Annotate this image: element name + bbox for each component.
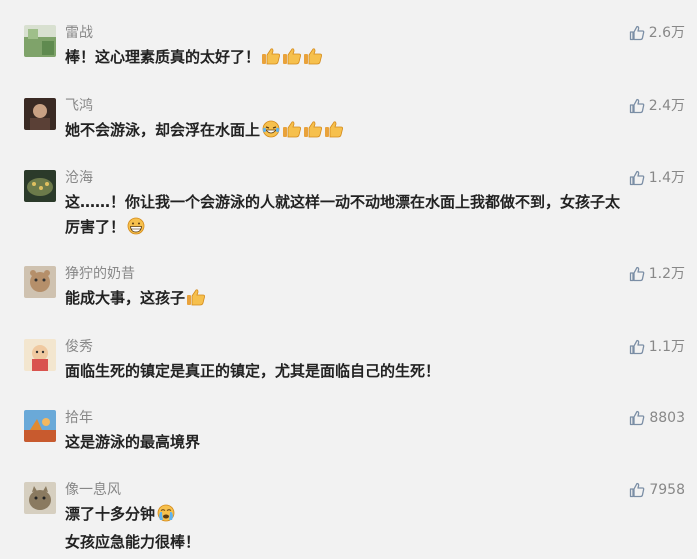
thumbs-up-outline-icon: [629, 266, 645, 282]
like-count: 1.1万: [648, 339, 685, 355]
like-button[interactable]: 7958: [629, 480, 685, 500]
avatar[interactable]: [24, 410, 56, 442]
thumbs-up-emoji-icon: [186, 288, 206, 314]
comment-text: 棒！这心理素质真的太好了！: [65, 45, 685, 73]
comment-author[interactable]: 拾年: [65, 408, 93, 428]
thumbs-up-outline-icon: [629, 25, 645, 41]
like-count: 1.4万: [648, 170, 685, 186]
thumbs-up-emoji-icon: [261, 47, 281, 73]
like-count: 7958: [649, 482, 685, 498]
comment-line: 这是游泳的最高境界: [65, 433, 201, 451]
comment-author[interactable]: 沧海: [65, 168, 93, 188]
comment-text: 面临生死的镇定是真正的镇定，尤其是面临自己的生死！: [65, 359, 685, 384]
laughing-face-emoji-icon: [261, 120, 281, 146]
comment-text: 能成大事，这孩子: [65, 286, 685, 314]
comment-author[interactable]: 像一息风: [65, 480, 121, 500]
thumbs-up-emoji-icon: [282, 120, 302, 146]
thumbs-up-outline-icon: [629, 170, 645, 186]
avatar[interactable]: [24, 482, 56, 514]
comment-line: 厉害了！: [65, 218, 126, 236]
thumbs-up-emoji-icon: [303, 47, 323, 73]
like-button[interactable]: 1.2万: [629, 264, 685, 284]
comment-text: 这……！你让我一个会游泳的人就这样一动不动地漂在水面上我都做不到，女孩子太 厉害…: [65, 190, 685, 243]
like-count: 2.4万: [648, 98, 685, 114]
thumbs-up-emoji-icon: [282, 47, 302, 73]
like-count: 8803: [649, 410, 685, 426]
thumbs-up-outline-icon: [629, 410, 645, 426]
comment-line: 棒！这心理素质真的太好了！: [65, 48, 261, 66]
comment-author[interactable]: 飞鸿: [65, 96, 93, 116]
avatar[interactable]: [24, 98, 56, 130]
thumbs-up-outline-icon: [629, 339, 645, 355]
comment-line: 女孩应急能力很棒！: [65, 533, 201, 551]
comment-author[interactable]: 狰狞的奶昔: [65, 264, 135, 284]
like-button[interactable]: 2.6万: [629, 23, 685, 43]
comment-text: 漂了十多分钟 女孩应急能力很棒！: [65, 502, 685, 555]
comment-text: 这是游泳的最高境界: [65, 430, 685, 455]
like-button[interactable]: 8803: [629, 408, 685, 428]
avatar[interactable]: [24, 266, 56, 298]
thumbs-up-emoji-icon: [303, 120, 323, 146]
like-count: 1.2万: [648, 266, 685, 282]
thumbs-up-outline-icon: [629, 482, 645, 498]
thumbs-up-outline-icon: [629, 98, 645, 114]
avatar[interactable]: [24, 170, 56, 202]
thumbs-up-emoji-icon: [324, 120, 344, 146]
like-button[interactable]: 2.4万: [629, 96, 685, 116]
crying-face-emoji-icon: [156, 504, 176, 530]
comment-author[interactable]: 俊秀: [65, 337, 93, 357]
grinning-face-emoji-icon: [126, 217, 146, 243]
comment-line: 漂了十多分钟: [65, 505, 156, 523]
like-button[interactable]: 1.4万: [629, 168, 685, 188]
like-count: 2.6万: [648, 25, 685, 41]
comment-text: 她不会游泳，却会浮在水面上: [65, 118, 685, 146]
comment-line: 她不会游泳，却会浮在水面上: [65, 121, 261, 139]
like-button[interactable]: 1.1万: [629, 337, 685, 357]
comment-author[interactable]: 雷战: [65, 23, 93, 43]
comment-line: 能成大事，这孩子: [65, 289, 186, 307]
avatar[interactable]: [24, 25, 56, 57]
avatar[interactable]: [24, 339, 56, 371]
comment-line: 这……！你让我一个会游泳的人就这样一动不动地漂在水面上我都做不到，女孩子太: [65, 193, 621, 211]
comment-line: 面临生死的镇定是真正的镇定，尤其是面临自己的生死！: [65, 362, 441, 380]
